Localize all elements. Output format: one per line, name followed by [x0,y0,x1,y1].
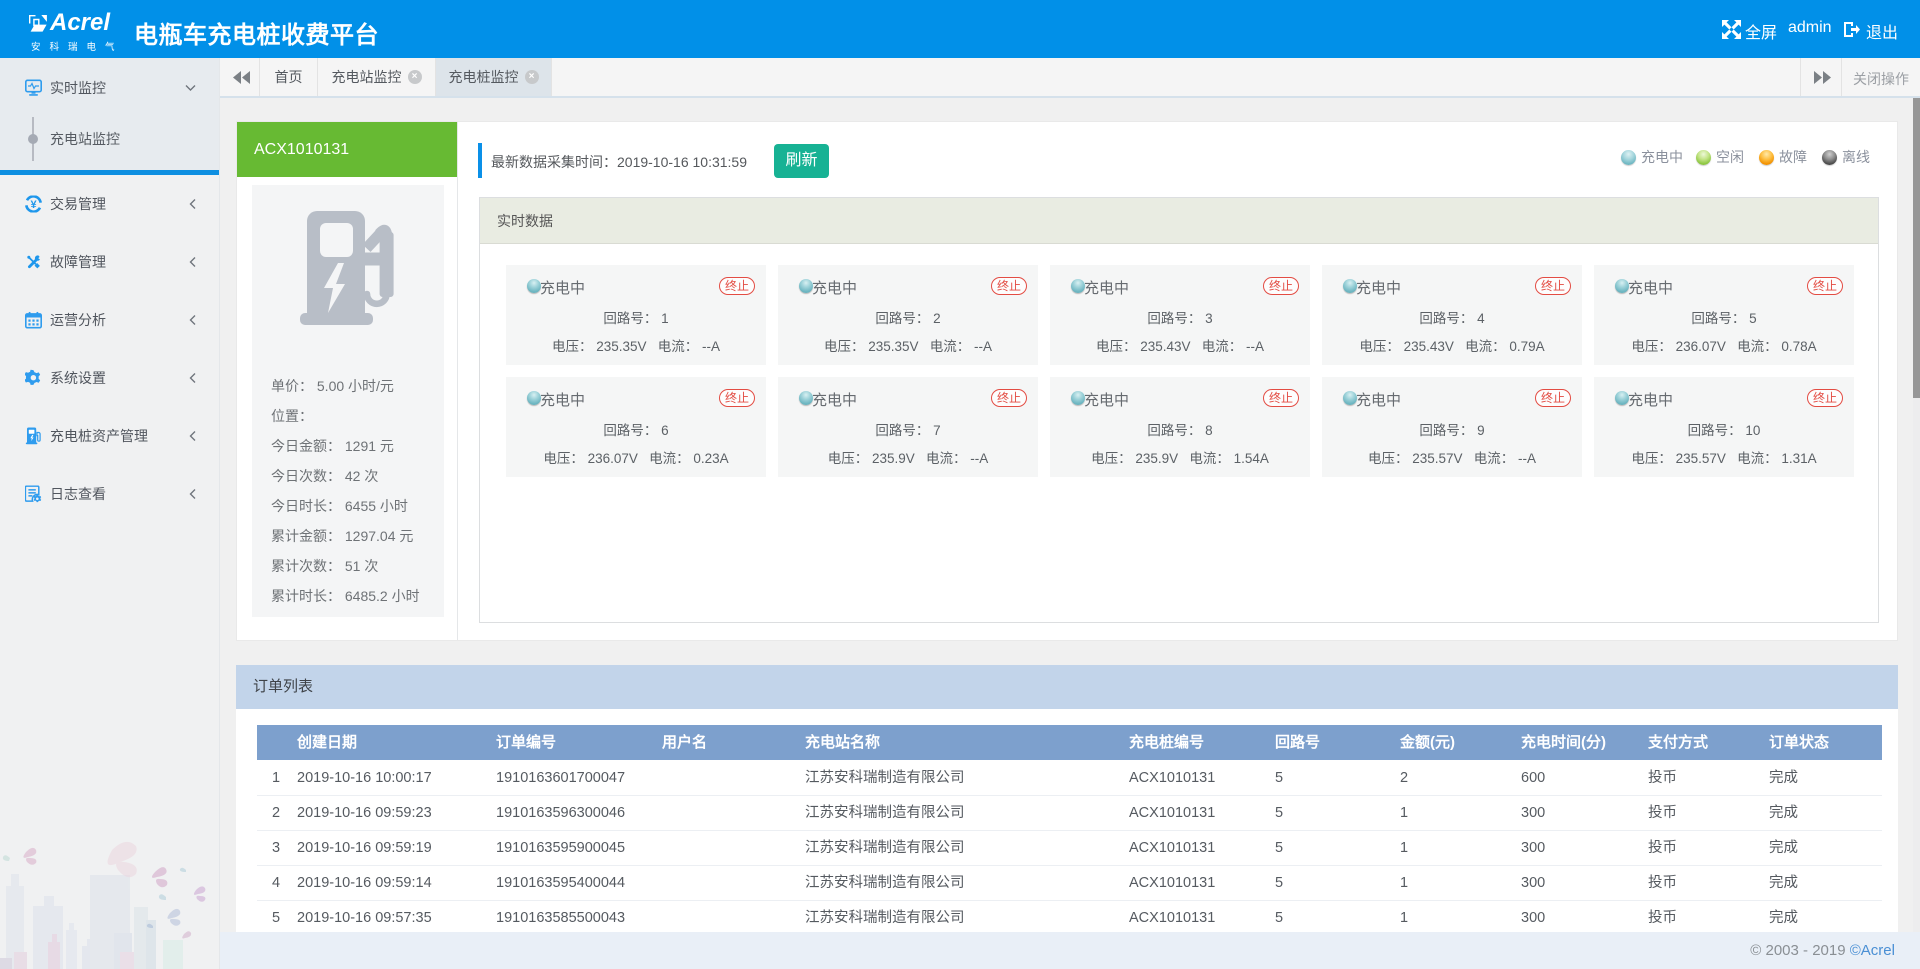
svg-text:¥: ¥ [30,199,37,211]
